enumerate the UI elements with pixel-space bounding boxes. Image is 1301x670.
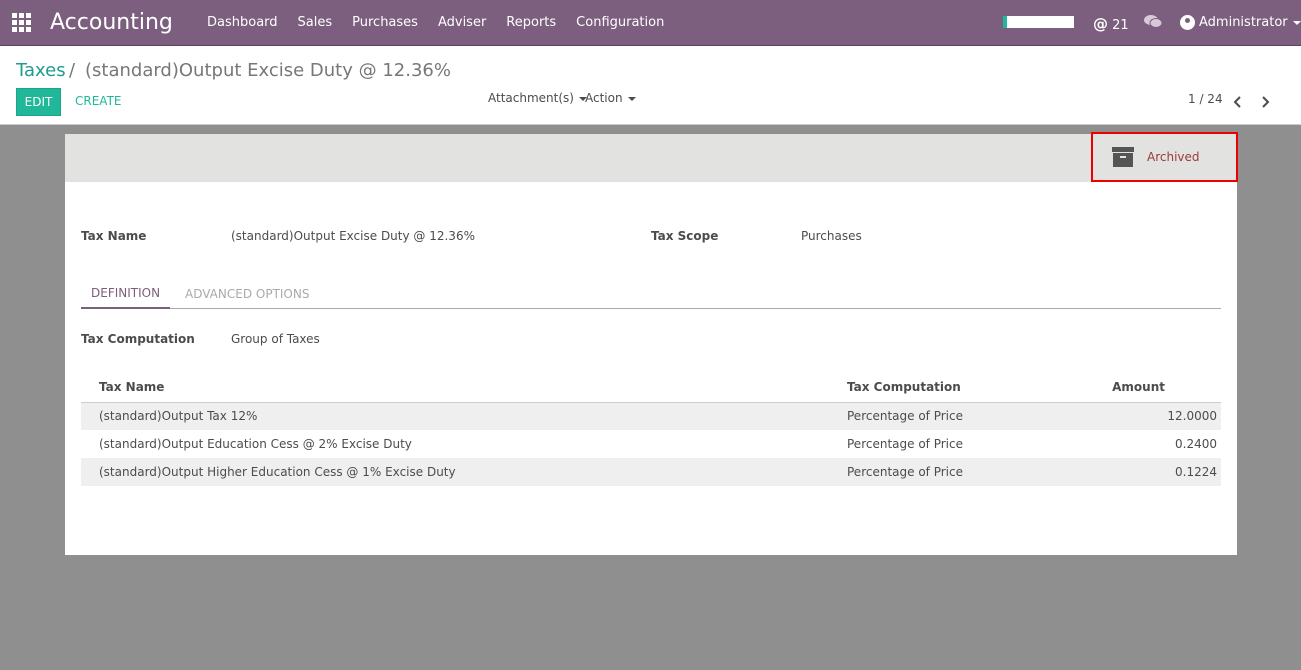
chevron-down-icon (627, 96, 636, 101)
action-label: Action (585, 91, 623, 105)
cell-tax-name: (standard)Output Tax 12% (81, 402, 829, 430)
tax-scope-label: Tax Scope (651, 229, 719, 243)
attachments-dropdown[interactable]: Attachment(s) (488, 91, 587, 105)
cell-tax-name: (standard)Output Higher Education Cess @… (81, 458, 829, 486)
column-header-tax-name[interactable]: Tax Name (81, 372, 829, 403)
app-title: Accounting (50, 10, 173, 35)
table-row[interactable]: (standard)Output Higher Education Cess @… (81, 458, 1221, 486)
chat-icon[interactable] (1144, 14, 1162, 30)
user-name: Administrator (1199, 15, 1288, 30)
menu-item-adviser[interactable]: Adviser (438, 15, 486, 30)
main-menu: Dashboard Sales Purchases Adviser Report… (207, 15, 684, 30)
edit-button[interactable]: EDIT (16, 88, 61, 116)
create-button[interactable]: CREATE (75, 94, 122, 108)
pager-value[interactable]: 1 / 24 (1188, 92, 1223, 106)
avatar (1180, 15, 1195, 30)
form-sheet: Archived Tax Name (standard)Output Excis… (65, 132, 1238, 555)
tax-computation-value: Group of Taxes (231, 332, 320, 346)
tab-definition[interactable]: DEFINITION (81, 278, 171, 309)
chevron-down-icon (1292, 20, 1301, 25)
archived-label: Archived (1147, 150, 1200, 164)
table-row[interactable]: (standard)Output Tax 12% Percentage of P… (81, 402, 1221, 430)
tax-computation-label: Tax Computation (81, 332, 195, 346)
control-panel: Taxes / (standard)Output Excise Duty @ 1… (0, 46, 1301, 125)
status-bar (65, 134, 1237, 182)
cell-tax-computation: Percentage of Price (847, 437, 963, 451)
user-menu[interactable]: Administrator (1180, 15, 1301, 30)
mentions-button[interactable]: @ 21 (1093, 15, 1129, 33)
cell-tax-computation: Percentage of Price (829, 402, 1059, 430)
archive-box-icon (1112, 147, 1134, 167)
action-dropdown[interactable]: Action (585, 91, 636, 105)
onboarding-progress-bar[interactable] (1003, 16, 1074, 28)
tab-advanced-options[interactable]: ADVANCED OPTIONS (175, 278, 319, 309)
apps-grid-icon[interactable] (12, 13, 32, 33)
archived-toggle-button[interactable]: Archived (1091, 132, 1238, 182)
table-row[interactable]: (standard)Output Education Cess @ 2% Exc… (81, 430, 1221, 458)
cell-amount: 0.2400 (1175, 437, 1217, 451)
cell-tax-computation: Percentage of Price (829, 458, 1059, 486)
cell-amount: 0.1224 (1059, 458, 1221, 486)
notebook-tabs: DEFINITION ADVANCED OPTIONS (81, 278, 1221, 309)
breadcrumb-separator: / (69, 60, 76, 81)
mentions-count: 21 (1112, 18, 1129, 33)
menu-item-purchases[interactable]: Purchases (352, 15, 418, 30)
cell-tax-name: (standard)Output Education Cess @ 2% Exc… (99, 437, 412, 451)
breadcrumb-root[interactable]: Taxes (16, 60, 66, 81)
chevron-right-icon[interactable] (1258, 95, 1272, 109)
menu-item-reports[interactable]: Reports (506, 15, 556, 30)
attachments-label: Attachment(s) (488, 91, 574, 105)
top-navbar: Accounting Dashboard Sales Purchases Adv… (0, 0, 1301, 46)
tax-scope-value: Purchases (801, 229, 862, 243)
table-header-row: Tax Name Tax Computation Amount (81, 372, 1221, 403)
children-taxes-table: Tax Name Tax Computation Amount (standar… (81, 372, 1221, 486)
at-icon: @ (1093, 15, 1108, 33)
breadcrumb-current: (standard)Output Excise Duty @ 12.36% (85, 60, 451, 81)
tax-name-value: (standard)Output Excise Duty @ 12.36% (231, 229, 475, 243)
progress-fill (1003, 16, 1007, 28)
chevron-left-icon[interactable] (1231, 95, 1245, 109)
column-header-amount[interactable]: Amount (1059, 372, 1221, 403)
column-header-tax-computation[interactable]: Tax Computation (829, 372, 1059, 403)
tax-name-label: Tax Name (81, 229, 147, 243)
cell-amount: 12.0000 (1059, 402, 1221, 430)
menu-item-sales[interactable]: Sales (298, 15, 333, 30)
menu-item-dashboard[interactable]: Dashboard (207, 15, 278, 30)
menu-item-configuration[interactable]: Configuration (576, 15, 664, 30)
